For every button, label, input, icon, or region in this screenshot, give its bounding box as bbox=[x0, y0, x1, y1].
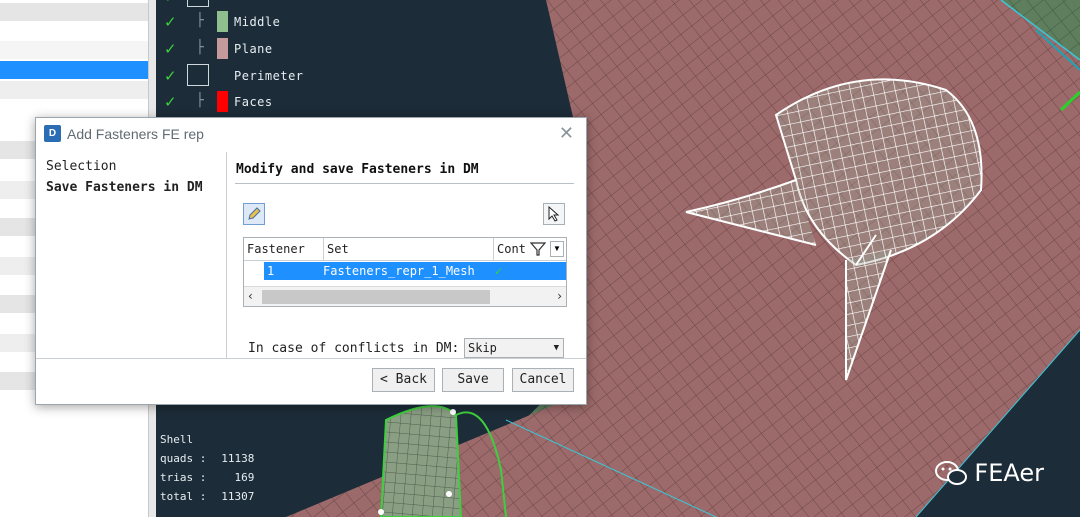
tree-item-label: Plane bbox=[234, 42, 273, 56]
trias-label: trias : bbox=[160, 471, 207, 484]
tree-branch-icon: ├ bbox=[196, 93, 204, 108]
add-fasteners-dialog: D Add Fasteners FE rep ✕ Selection Save … bbox=[35, 117, 587, 405]
content-title: Modify and save Fasteners in DM bbox=[236, 162, 479, 177]
tree-item-plane[interactable]: ✓ ├ Plane bbox=[156, 38, 356, 62]
quads-value: 11138 bbox=[221, 452, 255, 465]
color-swatch-icon bbox=[217, 38, 228, 59]
tree-item-blank[interactable]: ✓ bbox=[156, 0, 356, 10]
tree-branch-icon: ├ bbox=[196, 40, 204, 55]
chevron-down-icon: ▼ bbox=[553, 343, 559, 353]
visible-check-icon[interactable]: ✓ bbox=[164, 93, 177, 111]
footer-divider bbox=[36, 358, 586, 359]
box-icon bbox=[187, 0, 209, 7]
close-icon[interactable]: ✕ bbox=[559, 123, 574, 144]
conflicts-value: Skip bbox=[468, 341, 497, 355]
total-label: total : bbox=[160, 490, 207, 503]
stats-quads: quads : 11138 bbox=[160, 449, 254, 468]
visible-check-icon[interactable]: ✓ bbox=[164, 13, 177, 31]
tree-item-faces[interactable]: ✓ ├ Faces bbox=[156, 91, 356, 115]
cell-cont-check-icon: ✓ bbox=[495, 264, 503, 278]
cell-fastener: 1 bbox=[267, 264, 275, 278]
edit-fastener-button[interactable] bbox=[243, 203, 265, 225]
column-label: Cont bbox=[497, 242, 526, 256]
watermark-text: FEAer bbox=[974, 459, 1044, 487]
filter-icon[interactable] bbox=[529, 241, 548, 257]
back-button[interactable]: < Back bbox=[372, 368, 435, 392]
pencil-icon bbox=[248, 207, 261, 220]
column-header-cont[interactable]: Cont bbox=[494, 238, 534, 260]
tube-mesh bbox=[379, 405, 463, 517]
tree-branch-icon: ├ bbox=[196, 13, 204, 28]
list-row[interactable] bbox=[0, 3, 148, 21]
visible-check-icon[interactable]: ✓ bbox=[164, 40, 177, 58]
color-swatch-icon bbox=[217, 91, 228, 112]
list-row[interactable] bbox=[0, 81, 148, 99]
stats-trias: trias : 169 bbox=[160, 468, 254, 487]
cursor-icon bbox=[548, 206, 560, 222]
pick-cursor-button[interactable] bbox=[543, 203, 565, 225]
cell-set: Fasteners_repr_1_Mesh bbox=[323, 264, 475, 278]
scroll-right-icon[interactable]: › bbox=[557, 289, 562, 303]
scroll-left-icon[interactable]: ‹ bbox=[248, 289, 253, 303]
trias-value: 169 bbox=[234, 471, 255, 484]
list-row-selected[interactable] bbox=[0, 61, 148, 79]
step-save-fasteners[interactable]: Save Fasteners in DM bbox=[46, 180, 203, 195]
column-label: Set bbox=[327, 242, 349, 256]
fasteners-table: Fastener Set Cont ▼ 1 Fasteners_repr_1_M… bbox=[243, 237, 567, 307]
wizard-content: Modify and save Fasteners in DM Fastener… bbox=[227, 152, 585, 358]
dialog-title: Add Fasteners FE rep bbox=[67, 126, 204, 142]
column-header-fastener[interactable]: Fastener bbox=[244, 238, 324, 260]
tree-item-label: Faces bbox=[234, 95, 273, 109]
dialog-titlebar[interactable]: D Add Fasteners FE rep ✕ bbox=[36, 118, 586, 150]
tree-item-perimeter[interactable]: ✓ Perimeter bbox=[156, 64, 356, 89]
wechat-icon bbox=[935, 461, 968, 485]
quads-label: quads : bbox=[160, 452, 207, 465]
list-row[interactable] bbox=[0, 41, 148, 59]
tree-item-label: Perimeter bbox=[234, 69, 304, 83]
step-selection[interactable]: Selection bbox=[46, 159, 116, 174]
total-value: 11307 bbox=[221, 490, 255, 503]
stats-total: total : 11307 bbox=[160, 487, 254, 506]
visible-check-icon[interactable]: ✓ bbox=[164, 67, 177, 85]
cancel-button[interactable]: Cancel bbox=[512, 368, 574, 392]
color-swatch-icon bbox=[217, 11, 228, 32]
visible-check-icon[interactable]: ✓ bbox=[164, 0, 177, 6]
conflicts-label: In case of conflicts in DM: bbox=[248, 341, 460, 356]
box-icon bbox=[187, 64, 209, 86]
save-button[interactable]: Save bbox=[442, 368, 504, 392]
table-header: Fastener Set Cont ▼ bbox=[244, 238, 566, 261]
column-header-set[interactable]: Set bbox=[324, 238, 494, 260]
app-icon: D bbox=[44, 125, 61, 142]
stats-title: Shell bbox=[160, 433, 194, 446]
tree-item-middle[interactable]: ✓ ├ Middle bbox=[156, 11, 356, 35]
column-label: Fastener bbox=[247, 242, 305, 256]
wizard-steps: Selection Save Fasteners in DM bbox=[36, 152, 227, 358]
tree-item-label: Middle bbox=[234, 15, 281, 29]
mesh-statistics: Shell quads : 11138 trias : 169 total : 113… bbox=[160, 430, 254, 506]
conflicts-select[interactable]: Skip ▼ bbox=[464, 338, 564, 358]
table-row[interactable]: 1 Fasteners_repr_1_Mesh ✓ bbox=[264, 262, 566, 280]
chevron-down-icon[interactable]: ▼ bbox=[550, 241, 564, 257]
horizontal-scrollbar[interactable]: ‹ › bbox=[244, 286, 566, 306]
divider bbox=[235, 183, 574, 184]
scrollbar-thumb[interactable] bbox=[262, 290, 490, 304]
watermark: FEAer bbox=[934, 459, 1044, 487]
